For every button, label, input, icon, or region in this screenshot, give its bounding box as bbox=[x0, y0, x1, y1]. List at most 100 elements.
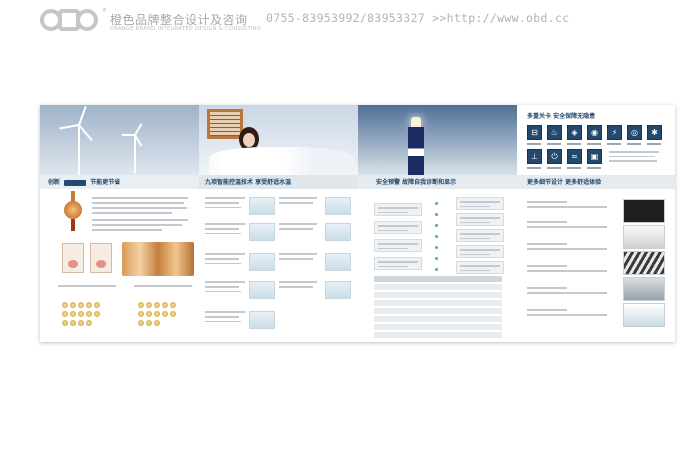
section-title-text: 节能更节省 bbox=[90, 179, 121, 186]
diagnosis-item bbox=[456, 245, 504, 258]
brand-logo-mark bbox=[64, 179, 87, 186]
table-header bbox=[374, 276, 502, 282]
registered-mark: ® bbox=[102, 8, 107, 14]
table-row bbox=[374, 284, 502, 290]
diagnosis-item bbox=[456, 229, 504, 242]
gauge-icon: ◎ bbox=[627, 125, 642, 140]
feature-diagram bbox=[249, 281, 275, 299]
fan-icon: ✱ bbox=[647, 125, 662, 140]
coin-row bbox=[62, 293, 102, 308]
status-dot bbox=[435, 268, 438, 271]
feature-row bbox=[199, 311, 358, 333]
section-title: 创新 节能更节省 bbox=[48, 177, 120, 186]
status-dot bbox=[435, 213, 438, 216]
detail-text bbox=[527, 309, 619, 319]
table-row bbox=[374, 332, 502, 338]
feature-row bbox=[199, 223, 358, 245]
detail-text bbox=[527, 287, 619, 297]
valve-detail-image bbox=[623, 277, 665, 301]
status-dot bbox=[435, 257, 438, 260]
diagnosis-item bbox=[374, 257, 422, 270]
coin-row bbox=[62, 302, 102, 317]
heater-unit-image bbox=[623, 225, 665, 249]
feature-diagram bbox=[249, 223, 275, 241]
diagnosis-item bbox=[374, 221, 422, 234]
section-title-prefix: 创新 bbox=[48, 179, 61, 186]
brand-name-en: ORANGE BRAND INTEGRATED DESIGN & CONSULT… bbox=[110, 26, 262, 32]
feature-diagram bbox=[325, 253, 351, 271]
table-row bbox=[374, 316, 502, 322]
pipe-detail-image bbox=[623, 251, 665, 275]
contact-info: 0755-83953992/83953327 >>http://www.obd.… bbox=[266, 11, 570, 25]
detail-text bbox=[527, 201, 619, 211]
control-panel-image bbox=[623, 199, 665, 223]
feature-diagram bbox=[249, 311, 275, 329]
diagnosis-item bbox=[456, 197, 504, 210]
feature-diagram bbox=[249, 253, 275, 271]
valve-product-image bbox=[62, 191, 84, 231]
legend-text bbox=[609, 151, 663, 165]
power-icon: ⏻ bbox=[547, 149, 562, 164]
bath-photo bbox=[199, 105, 358, 175]
bath-foam bbox=[209, 147, 354, 175]
window-blinds bbox=[207, 109, 243, 139]
table-row bbox=[374, 300, 502, 306]
coin-row bbox=[62, 311, 94, 326]
header: ® 橙色品牌整合设计及咨询 ORANGE BRAND INTEGRATED DE… bbox=[40, 8, 660, 38]
copper-coil-image bbox=[122, 242, 194, 276]
feature-row bbox=[199, 197, 358, 219]
section-title: 多重关卡 安全保障无隐患 bbox=[527, 113, 596, 120]
panel-energy-saving: 创新 节能更节省 bbox=[40, 105, 199, 342]
diagnosis-item bbox=[456, 261, 504, 274]
lighthouse-photo bbox=[358, 105, 517, 175]
woman-face bbox=[243, 133, 255, 147]
diagnosis-item bbox=[456, 213, 504, 226]
table-row bbox=[374, 324, 502, 330]
coin-row bbox=[138, 302, 178, 317]
table-row bbox=[374, 308, 502, 314]
feature-row bbox=[199, 281, 358, 303]
obd-logo bbox=[40, 8, 102, 31]
wave-icon: ≈ bbox=[567, 149, 582, 164]
feature-diagram bbox=[325, 197, 351, 215]
section-title: 九项智能控温技术 享受舒适水温 bbox=[205, 179, 292, 186]
certificate-image bbox=[62, 243, 84, 273]
certificate-image bbox=[90, 243, 112, 273]
page: ® 橙色品牌整合设计及咨询 ORANGE BRAND INTEGRATED DE… bbox=[0, 0, 700, 455]
flame-icon: ♨ bbox=[547, 125, 562, 140]
status-dot bbox=[435, 224, 438, 227]
brochure-spread: 创新 节能更节省 九项智能控温技术 享受舒适水温 安全预警 故障自我诊断和显示 … bbox=[40, 105, 675, 342]
status-dot bbox=[435, 246, 438, 249]
thermometer-icon: ⊥ bbox=[527, 149, 542, 164]
body-text-block bbox=[92, 219, 190, 234]
lock-icon: ⊟ bbox=[527, 125, 542, 140]
feature-diagram bbox=[325, 223, 351, 241]
panel-temperature-control: 九项智能控温技术 享受舒适水温 bbox=[199, 105, 358, 342]
section-title: 更多细节设计 更多舒适体验 bbox=[527, 179, 602, 186]
status-dot bbox=[435, 202, 438, 205]
coin-row bbox=[138, 293, 178, 308]
drop-icon: ◉ bbox=[587, 125, 602, 140]
window-icon: ▣ bbox=[587, 149, 602, 164]
feature-diagram bbox=[249, 197, 275, 215]
detail-text bbox=[527, 221, 619, 231]
coin-row bbox=[138, 311, 162, 326]
shield-icon: ◈ bbox=[567, 125, 582, 140]
body-text-block bbox=[92, 197, 190, 217]
caption-text bbox=[58, 285, 118, 290]
diagnosis-item bbox=[374, 203, 422, 216]
plug-icon: ⚡ bbox=[607, 125, 622, 140]
wind-turbine-photo bbox=[40, 105, 199, 175]
label-detail-image bbox=[623, 303, 665, 327]
panel-safety-diagnosis: 安全预警 故障自我诊断和显示 bbox=[358, 105, 517, 342]
panel-safety-details: 多重关卡 安全保障无隐患 ⊟ ♨ ◈ ◉ ⚡ ◎ ✱ ⊥ ⏻ ≈ ▣ 更多细节设… bbox=[517, 105, 675, 342]
caption-text bbox=[134, 285, 194, 290]
section-title: 安全预警 故障自我诊断和显示 bbox=[376, 179, 457, 186]
error-code-table bbox=[374, 276, 502, 340]
logo-ring-d bbox=[76, 9, 98, 31]
detail-text bbox=[527, 265, 619, 275]
feature-diagram bbox=[325, 281, 351, 299]
status-dot bbox=[435, 235, 438, 238]
diagnosis-item bbox=[374, 239, 422, 252]
table-row bbox=[374, 292, 502, 298]
